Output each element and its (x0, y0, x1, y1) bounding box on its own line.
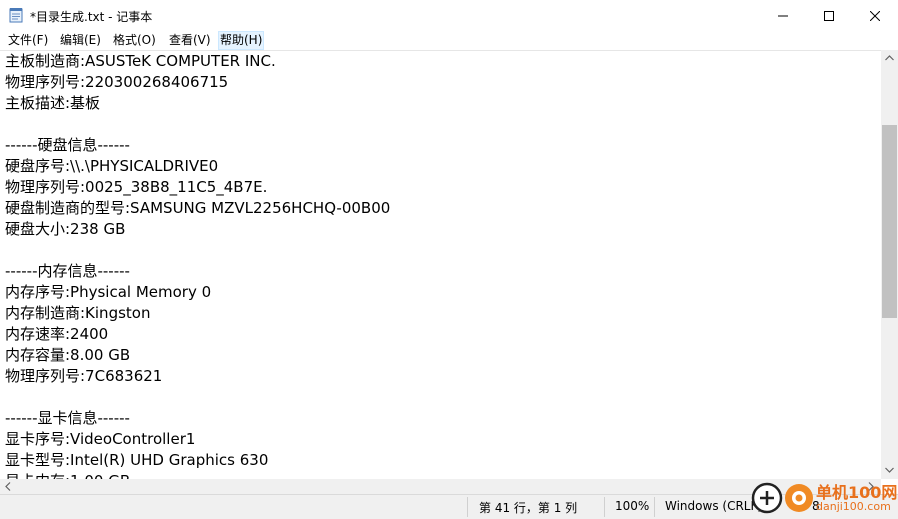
menu-file[interactable]: 文件(F) (7, 32, 49, 49)
scroll-down-icon[interactable] (885, 467, 894, 473)
editor-line: ------显卡信息------ (5, 409, 130, 427)
menu-bar: 文件(F) 编辑(E) 格式(O) 查看(V) 帮助(H) (0, 31, 898, 50)
status-separator (467, 497, 468, 517)
editor-line: 内存速率:2400 (5, 325, 109, 343)
editor-line: 主板描述:基板 (5, 94, 101, 112)
cursor-position: 第 41 行，第 1 列 (479, 501, 578, 515)
editor-line: 内存序号:Physical Memory 0 (5, 283, 212, 301)
editor-line: 物理序列号:7C683621 (5, 367, 163, 385)
editor-line: 内存容量:8.00 GB (5, 346, 131, 364)
vertical-scroll-thumb[interactable] (882, 125, 897, 318)
editor-line: 显卡型号:Intel(R) UHD Graphics 630 (5, 451, 269, 469)
scroll-left-icon[interactable] (5, 482, 11, 491)
editor-line: 显卡序号:VideoController1 (5, 430, 196, 448)
menu-view[interactable]: 查看(V) (168, 32, 212, 49)
editor-line: 物理序列号:0025_38B8_11C5_4B7E. (5, 178, 268, 196)
editor-line: 硬盘制造商的型号:SAMSUNG MZVL2256HCHQ-00B00 (5, 199, 391, 217)
notepad-icon (9, 8, 23, 23)
editor-line: 主板制造商:ASUSTeK COMPUTER INC. (5, 52, 276, 70)
close-button[interactable] (852, 0, 898, 31)
scroll-up-icon[interactable] (885, 55, 894, 61)
maximize-button[interactable] (806, 0, 852, 31)
watermark-plus-icon (751, 482, 783, 514)
horizontal-scrollbar[interactable] (0, 479, 881, 494)
line-ending: Windows (CRLF) (665, 499, 763, 513)
status-separator (654, 497, 655, 517)
editor-line: 内存制造商:Kingston (5, 304, 151, 322)
editor-line: ------内存信息------ (5, 262, 130, 280)
menu-edit[interactable]: 编辑(E) (59, 32, 102, 49)
watermark-logo: 单机100网 danji100.com (750, 478, 898, 518)
title-bar[interactable]: *目录生成.txt - 记事本 (0, 0, 898, 31)
editor-line: ------硬盘信息------ (5, 136, 130, 154)
text-editor[interactable]: 主板制造商:ASUSTeK COMPUTER INC. 物理序列号:220300… (0, 50, 881, 480)
status-separator (604, 497, 605, 517)
window-title: *目录生成.txt - 记事本 (30, 10, 153, 24)
watermark-domain: danji100.com (816, 500, 891, 513)
minimize-icon (778, 15, 788, 16)
editor-line: 硬盘序号:\\.\PHYSICALDRIVE0 (5, 157, 219, 175)
editor-line: 物理序列号:220300268406715 (5, 73, 229, 91)
menu-help[interactable]: 帮助(H) (218, 31, 265, 50)
close-icon (870, 10, 880, 21)
maximize-icon (824, 10, 834, 21)
editor-line: 硬盘大小:238 GB (5, 220, 126, 238)
zoom-level: 100% (615, 499, 650, 513)
vertical-scrollbar[interactable] (881, 50, 898, 479)
minimize-button[interactable] (760, 0, 806, 31)
watermark-orange-logo-icon (785, 484, 813, 512)
menu-format[interactable]: 格式(O) (112, 32, 157, 49)
